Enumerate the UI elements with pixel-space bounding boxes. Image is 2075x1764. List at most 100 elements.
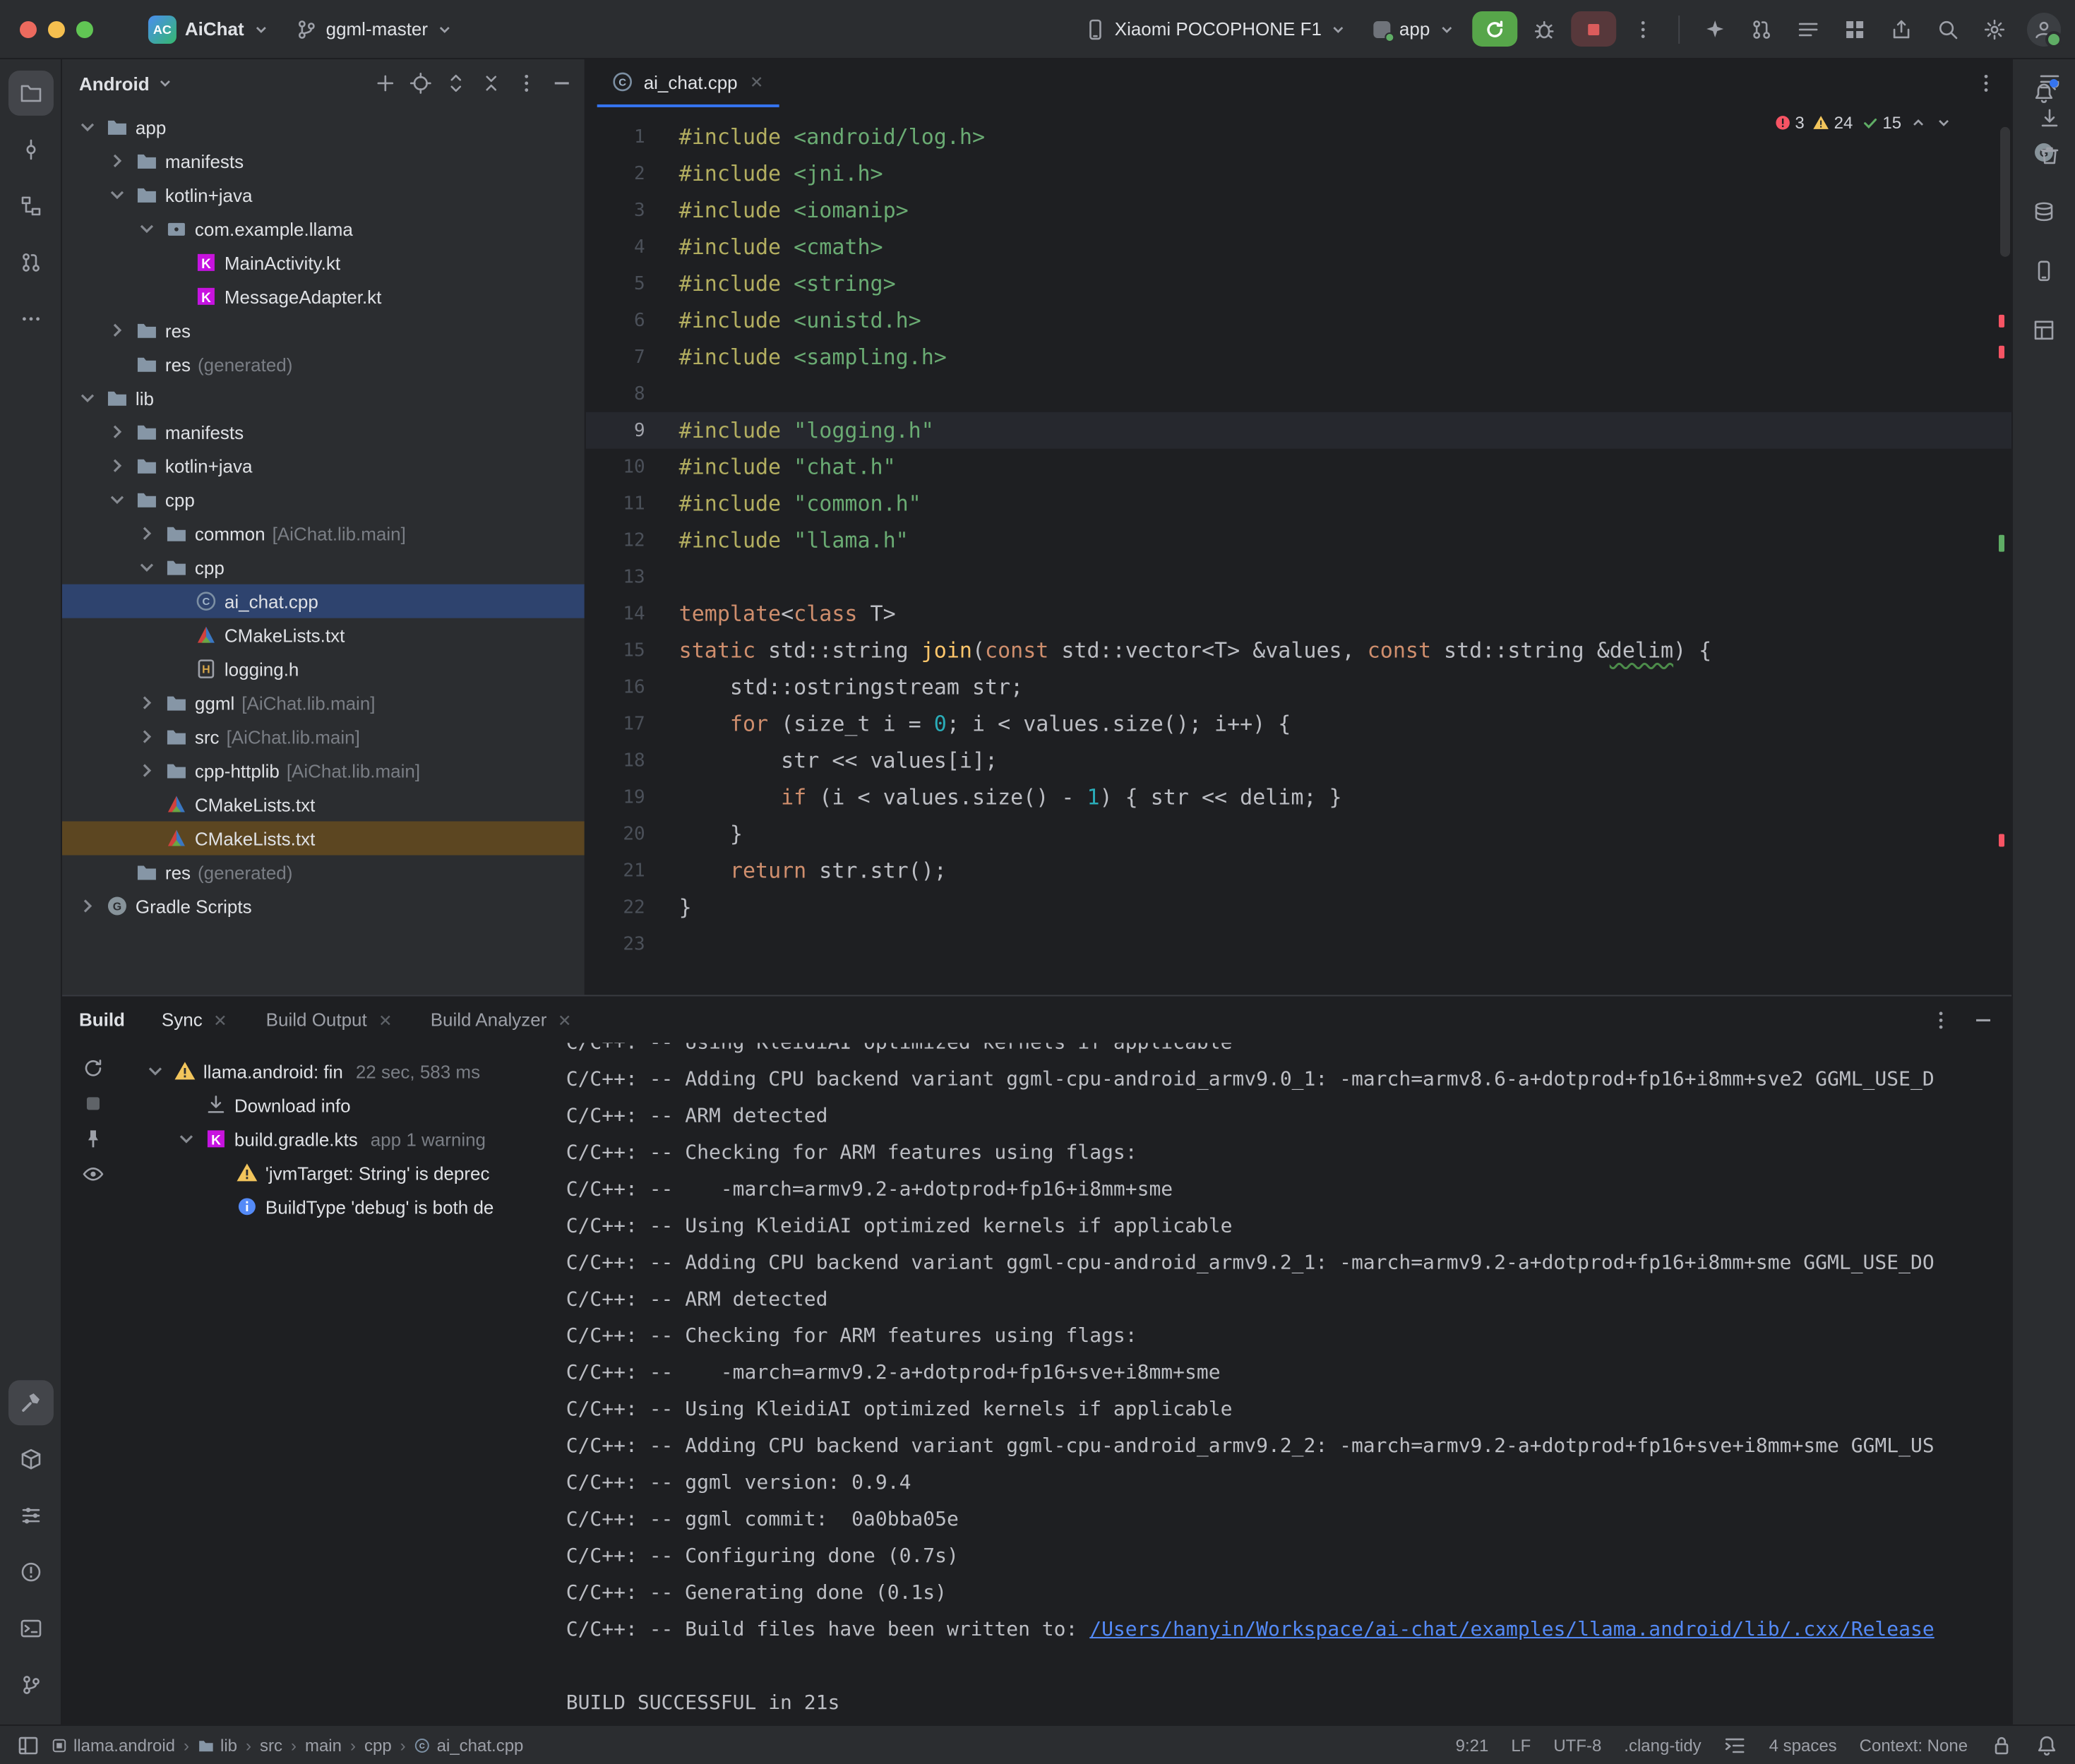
code-line-13[interactable]: 13	[586, 559, 2011, 596]
tree-item-app[interactable]: app	[62, 110, 585, 144]
project-view-selector[interactable]: Android	[79, 73, 150, 94]
chevron-right-icon[interactable]	[136, 760, 158, 782]
build-tab-build-output[interactable]: Build Output	[266, 1009, 394, 1030]
close-icon[interactable]	[748, 73, 765, 90]
tree-item-kotlin-java[interactable]: kotlin+java	[62, 449, 585, 483]
window-close-button[interactable]	[20, 20, 37, 37]
code-line-12[interactable]: 12#include "llama.h"	[586, 522, 2011, 559]
window-layout-button[interactable]	[17, 1734, 40, 1756]
tree-item-res[interactable]: res (generated)	[62, 347, 585, 381]
build-item-jvmtarget-string-is-deprec[interactable]: 'jvmTarget: String' is deprec	[124, 1156, 549, 1189]
code-line-18[interactable]: 18 str << values[i];	[586, 743, 2011, 779]
build-variants-tool-button[interactable]	[8, 1493, 53, 1538]
window-minimize-button[interactable]	[48, 20, 65, 37]
code-line-5[interactable]: 5#include <string>	[586, 265, 2011, 302]
ai-assistant-button[interactable]	[1695, 11, 1735, 47]
tree-item-lib[interactable]: lib	[62, 381, 585, 415]
chevron-down-icon[interactable]	[136, 217, 158, 240]
filter-icon[interactable]	[82, 1163, 104, 1185]
chevron-down-icon[interactable]	[144, 1060, 167, 1082]
tree-item-manifests[interactable]: manifests	[62, 144, 585, 178]
tree-item-mainactivity-kt[interactable]: KMainActivity.kt	[62, 246, 585, 280]
stop-button[interactable]	[1571, 11, 1616, 47]
code-line-20[interactable]: 20 }	[586, 816, 2011, 853]
version-control-tool-button[interactable]	[8, 1662, 53, 1708]
running-devices-button[interactable]	[2021, 248, 2067, 294]
code-line-6[interactable]: 6#include <unistd.h>	[586, 302, 2011, 339]
chevron-right-icon[interactable]	[136, 726, 158, 748]
debug-button[interactable]	[1524, 11, 1564, 47]
tree-item-ggml[interactable]: ggml [AiChat.lib.main]	[62, 686, 585, 720]
code-line-4[interactable]: 4#include <cmath>	[586, 229, 2011, 265]
chevron-right-icon[interactable]	[106, 319, 128, 342]
tree-item-gradle-scripts[interactable]: GGradle Scripts	[62, 889, 585, 923]
build-item-llama-android-fin[interactable]: llama.android: fin22 sec, 583 ms	[124, 1054, 549, 1088]
indent-widget[interactable]: 4 spaces	[1769, 1735, 1837, 1755]
code-review-button[interactable]	[1742, 11, 1781, 47]
tree-item-cpp[interactable]: cpp	[62, 483, 585, 517]
collapse-all-icon[interactable]	[480, 72, 503, 95]
code-line-3[interactable]: 3#include <iomanip>	[586, 192, 2011, 229]
layout-inspector-button[interactable]	[2021, 308, 2067, 353]
build-panel-title[interactable]: Build	[79, 1009, 125, 1030]
tree-item-cpp-httplib[interactable]: cpp-httplib [AiChat.lib.main]	[62, 754, 585, 788]
breadcrumb-item-main[interactable]: main	[305, 1735, 342, 1755]
breadcrumb-item-src[interactable]: src	[260, 1735, 282, 1755]
device-explorer-button[interactable]	[2021, 189, 2067, 234]
tree-item-logging-h[interactable]: Hlogging.h	[62, 652, 585, 686]
tree-item-cmakelists-txt[interactable]: CMakeLists.txt	[62, 788, 585, 822]
tree-item-kotlin-java[interactable]: kotlin+java	[62, 178, 585, 212]
code-line-23[interactable]: 23	[586, 925, 2011, 962]
breadcrumb-item-ai-chat-cpp[interactable]: Cai_chat.cpp	[414, 1735, 524, 1755]
chevron-down-icon[interactable]	[106, 488, 128, 511]
close-icon[interactable]	[213, 1011, 229, 1028]
code-line-8[interactable]: 8	[586, 376, 2011, 412]
code-line-2[interactable]: 2#include <jni.h>	[586, 155, 2011, 192]
warnings-badge[interactable]: 24	[1813, 113, 1853, 133]
window-zoom-button[interactable]	[76, 20, 93, 37]
chevron-right-icon[interactable]	[76, 894, 99, 917]
code-line-7[interactable]: 7#include <sampling.h>	[586, 339, 2011, 376]
build-tab-build-analyzer[interactable]: Build Analyzer	[431, 1009, 574, 1030]
editor-scrollbar[interactable]	[2000, 127, 2010, 257]
add-icon[interactable]	[374, 72, 397, 95]
build-output-path-link[interactable]: /Users/hanyin/Workspace/ai-chat/examples…	[1089, 1619, 1934, 1641]
run-button[interactable]	[1472, 11, 1517, 47]
breadcrumb-item-lib[interactable]: lib	[198, 1735, 237, 1755]
more-run-actions-button[interactable]	[1623, 11, 1663, 47]
build-item-build-gradle-kts[interactable]: Kbuild.gradle.ktsapp 1 warning	[124, 1122, 549, 1156]
more-vertical-icon[interactable]	[515, 72, 538, 95]
chevron-right-icon[interactable]	[106, 421, 128, 443]
chevron-right-icon[interactable]	[136, 692, 158, 714]
close-icon[interactable]	[377, 1011, 394, 1028]
clang-tidy-widget[interactable]: .clang-tidy	[1624, 1735, 1701, 1755]
build-item-download-info[interactable]: Download info	[124, 1088, 549, 1122]
pin-icon[interactable]	[82, 1127, 104, 1150]
run-configuration-selector[interactable]: app	[1364, 13, 1465, 45]
tree-item-res[interactable]: res (generated)	[62, 856, 585, 889]
rerun-build-icon[interactable]	[82, 1057, 104, 1079]
event-log-button[interactable]	[2035, 1734, 2058, 1756]
readonly-toggle-button[interactable]	[1990, 1734, 2013, 1756]
chevron-down-icon[interactable]	[175, 1127, 198, 1150]
chevron-right-icon[interactable]	[106, 455, 128, 477]
more-vertical-icon[interactable]	[1975, 72, 1997, 95]
share-button[interactable]	[1882, 11, 1921, 47]
previous-problem-icon[interactable]	[1910, 114, 1927, 131]
passed-badge[interactable]: 15	[1861, 113, 1901, 133]
project-tool-button[interactable]	[8, 71, 53, 116]
code-line-15[interactable]: 15static std::string join(const std::vec…	[586, 632, 2011, 669]
terminal-tool-button[interactable]	[8, 1606, 53, 1651]
todo-button[interactable]	[1788, 11, 1828, 47]
code-line-22[interactable]: 22}	[586, 889, 2011, 925]
code-editor[interactable]: 1#include <android/log.h>2#include <jni.…	[586, 107, 2011, 995]
code-line-21[interactable]: 21 return str.str();	[586, 853, 2011, 889]
tree-item-common[interactable]: common [AiChat.lib.main]	[62, 517, 585, 551]
code-style-button[interactable]	[1724, 1734, 1747, 1756]
tree-item-ai-chat-cpp[interactable]: Cai_chat.cpp	[62, 584, 585, 618]
breadcrumb-item-cpp[interactable]: cpp	[364, 1735, 392, 1755]
tree-item-cmakelists-txt[interactable]: CMakeLists.txt	[62, 822, 585, 856]
tree-item-manifests[interactable]: manifests	[62, 415, 585, 449]
code-line-9[interactable]: 9#include "logging.h"	[586, 412, 2011, 449]
build-tool-button[interactable]	[8, 1380, 53, 1425]
